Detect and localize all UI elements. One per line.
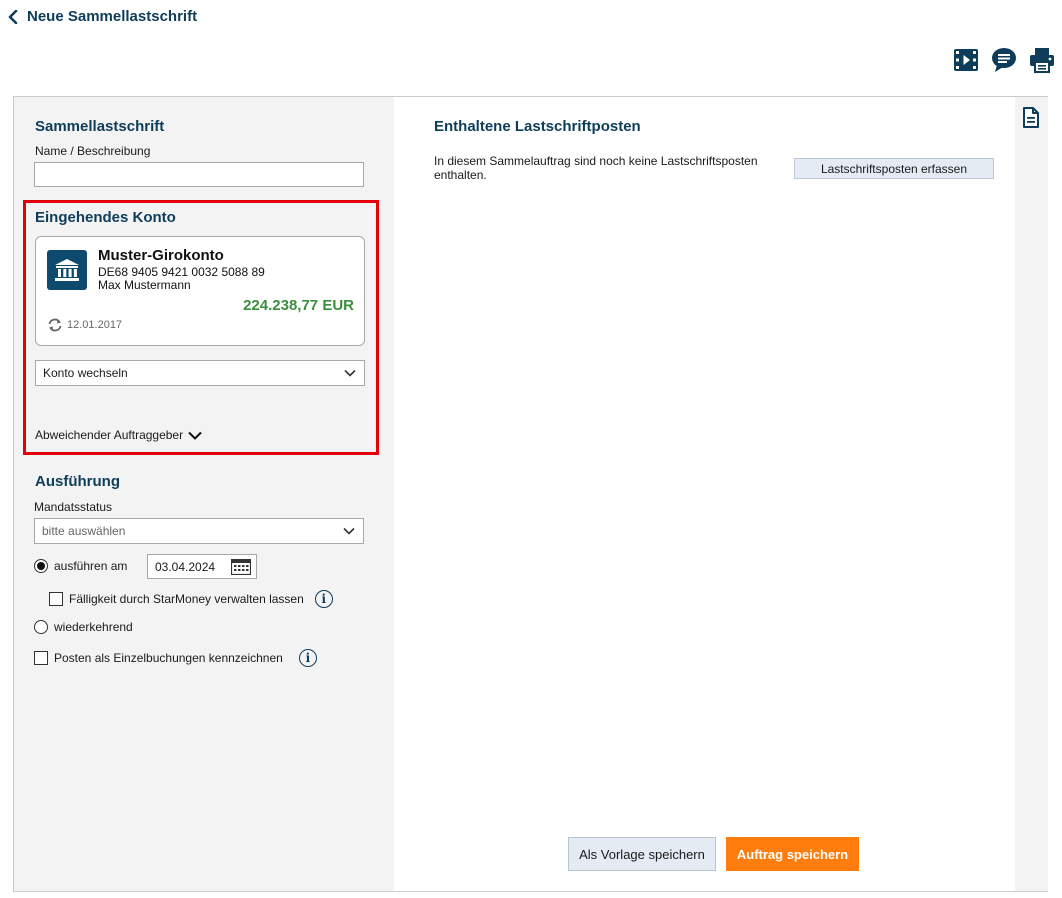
- account-iban: DE68 9405 9421 0032 5088 89: [98, 265, 265, 279]
- deviating-payer-toggle[interactable]: Abweichender Auftraggeber: [35, 428, 202, 442]
- right-sidebar: [1015, 97, 1048, 891]
- name-label: Name / Beschreibung: [35, 144, 151, 158]
- section-heading: Ausführung: [35, 473, 120, 490]
- print-icon[interactable]: [1029, 47, 1055, 73]
- top-bar: Neue Sammellastschrift: [0, 0, 1062, 40]
- capture-items-button[interactable]: Lastschriftsposten erfassen: [794, 158, 994, 179]
- chevron-down-icon: [188, 431, 202, 440]
- calendar-icon[interactable]: [231, 559, 251, 575]
- account-owner: Max Mustermann: [98, 278, 191, 292]
- date-value: 03.04.2024: [155, 559, 216, 574]
- section-heading: Sammellastschrift: [35, 118, 165, 135]
- main-panel: Enthaltene Lastschriftposten In diesem S…: [394, 97, 1015, 891]
- chat-icon[interactable]: [991, 47, 1017, 73]
- account-balance: 224.238,77 EUR: [243, 297, 354, 314]
- video-icon[interactable]: [953, 47, 979, 73]
- save-template-button[interactable]: Als Vorlage speichern: [568, 837, 716, 871]
- section-heading: Eingehendes Konto: [35, 209, 176, 226]
- toolbar: [953, 47, 1055, 73]
- chevron-down-icon: [343, 527, 355, 535]
- due-manage-option: Fälligkeit durch StarMoney verwalten las…: [49, 590, 333, 608]
- back-button[interactable]: Neue Sammellastschrift: [8, 8, 197, 25]
- execute-on-option: ausführen am: [34, 559, 127, 573]
- single-bookings-checkbox[interactable]: [34, 651, 48, 665]
- checkbox-label: Fälligkeit durch StarMoney verwalten las…: [69, 592, 304, 606]
- execute-on-radio[interactable]: [34, 559, 48, 573]
- single-bookings-option: Posten als Einzelbuchungen kennzeichnen …: [34, 649, 317, 667]
- account-card[interactable]: Muster-Girokonto DE68 9405 9421 0032 508…: [35, 236, 365, 346]
- recurring-option: wiederkehrend: [34, 620, 133, 634]
- sammellastschrift-section: Sammellastschrift Name / Beschreibung: [35, 118, 164, 158]
- incoming-account-section: Eingehendes Konto Muster-Girokonto DE68 …: [23, 200, 379, 455]
- content-frame: Sammellastschrift Name / Beschreibung Ei…: [13, 96, 1048, 892]
- due-manage-checkbox[interactable]: [49, 592, 63, 606]
- account-update: 12.01.2017: [47, 318, 122, 332]
- info-icon[interactable]: i: [314, 590, 333, 608]
- section-heading: Enthaltene Lastschriftposten: [434, 118, 641, 135]
- chevron-down-icon: [344, 369, 356, 377]
- page-title: Neue Sammellastschrift: [27, 8, 198, 25]
- empty-state-text: In diesem Sammelauftrag sind noch keine …: [434, 154, 758, 182]
- recurring-radio[interactable]: [34, 620, 48, 634]
- name-input[interactable]: [34, 162, 364, 187]
- chevron-left-icon: [8, 9, 18, 24]
- execute-date-input[interactable]: 03.04.2024: [147, 554, 257, 579]
- save-order-button[interactable]: Auftrag speichern: [726, 837, 859, 871]
- info-icon[interactable]: i: [298, 649, 317, 667]
- radio-label: wiederkehrend: [54, 620, 133, 634]
- checkbox-label: Posten als Einzelbuchungen kennzeichnen: [54, 651, 283, 665]
- bank-icon: [47, 250, 87, 290]
- document-icon[interactable]: [1022, 107, 1040, 128]
- toggle-label: Abweichender Auftraggeber: [35, 428, 184, 442]
- left-panel: Sammellastschrift Name / Beschreibung Ei…: [14, 97, 394, 891]
- account-name: Muster-Girokonto: [98, 247, 224, 264]
- select-value: bitte auswählen: [42, 524, 126, 538]
- refresh-icon[interactable]: [47, 318, 63, 332]
- update-date: 12.01.2017: [67, 319, 123, 331]
- radio-label: ausführen am: [54, 559, 128, 573]
- mandate-select[interactable]: bitte auswählen: [34, 518, 364, 544]
- switch-account-select[interactable]: Konto wechseln: [35, 360, 365, 386]
- select-value: Konto wechseln: [43, 366, 128, 380]
- mandate-label: Mandatsstatus: [34, 500, 113, 514]
- radio-selected-dot: [37, 562, 45, 570]
